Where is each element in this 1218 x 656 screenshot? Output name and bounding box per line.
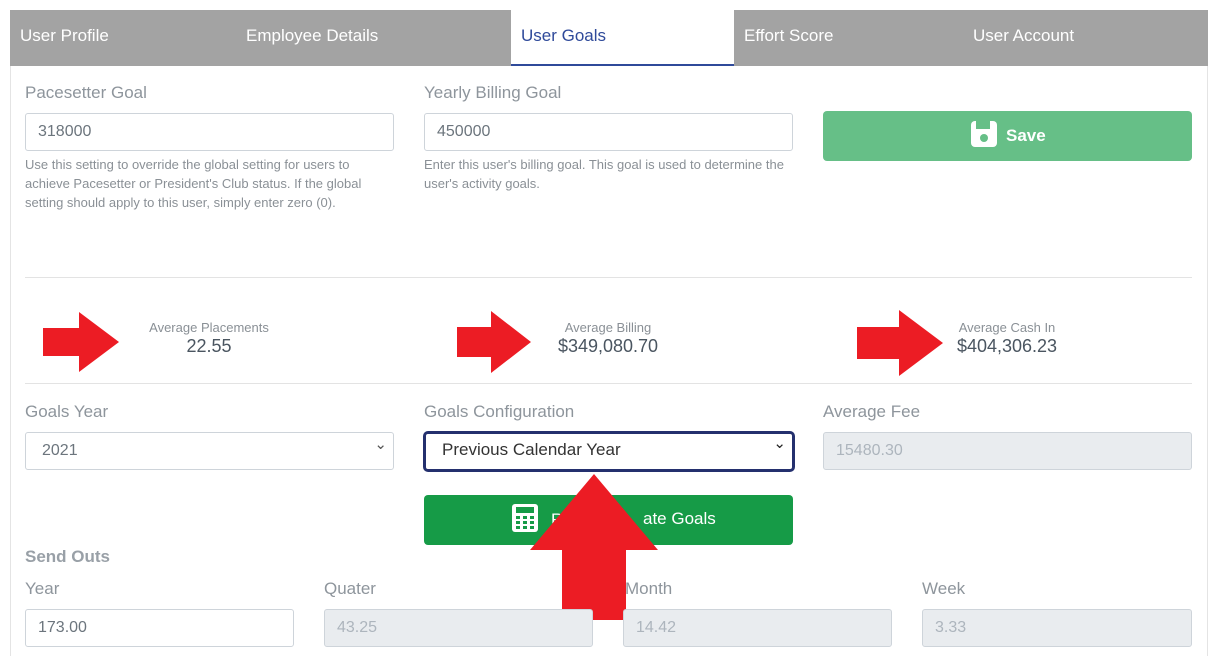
- send-outs-week-label: Week: [922, 579, 966, 598]
- yearly-billing-goal-help: Enter this user's billing goal. This goa…: [424, 157, 784, 191]
- yearly-billing-goal-input[interactable]: 450000: [424, 113, 793, 151]
- goals-configuration-select[interactable]: Previous Calendar Year: [423, 428, 795, 472]
- goals-year-select[interactable]: 2021: [25, 427, 394, 470]
- send-outs-week-input[interactable]: 3.33: [922, 609, 1192, 647]
- stat-average-placements: Average Placements 22.55: [109, 320, 309, 357]
- send-outs-quarter-input[interactable]: 43.25: [324, 609, 593, 647]
- goals-configuration-label: Goals Configuration: [424, 402, 575, 421]
- tab-bar: User Profile Employee Details User Goals…: [10, 10, 1208, 66]
- annotation-arrow-right-icon: [457, 311, 531, 373]
- average-fee-input[interactable]: 15480.30: [823, 432, 1192, 470]
- pacesetter-goal-input[interactable]: 318000: [25, 113, 394, 151]
- tab-effort-score[interactable]: Effort Score: [744, 10, 833, 66]
- send-outs-month-label: Month: [625, 579, 673, 598]
- send-outs-quarter-label: Quater: [324, 579, 376, 598]
- goals-configuration-value: Previous Calendar Year: [442, 440, 621, 459]
- tab-user-goals[interactable]: User Goals: [511, 10, 734, 66]
- save-button-label: Save: [1006, 126, 1046, 145]
- send-outs-year-input[interactable]: 173.00: [25, 609, 294, 647]
- pacesetter-goal-label: Pacesetter Goal: [25, 83, 147, 102]
- annotation-arrow-right-icon: [857, 310, 943, 376]
- save-button[interactable]: Save: [823, 111, 1192, 161]
- stat-value: $349,080.70: [557, 336, 659, 356]
- send-outs-title: Send Outs: [25, 547, 111, 566]
- stat-label: Average Billing: [564, 320, 652, 335]
- floppy-disk-icon: [970, 120, 998, 153]
- divider-middle: [25, 383, 1192, 384]
- stat-average-billing: Average Billing $349,080.70: [508, 320, 708, 357]
- pacesetter-goal-help: Use this setting to override the global …: [25, 157, 362, 210]
- tab-employee-details[interactable]: Employee Details: [246, 10, 378, 66]
- goals-year-label: Goals Year: [25, 402, 109, 421]
- goals-year-value: 2021: [42, 442, 78, 459]
- tab-user-profile[interactable]: User Profile: [20, 10, 109, 66]
- stat-label: Average Placements: [149, 320, 269, 335]
- average-fee-label: Average Fee: [823, 402, 921, 421]
- tab-user-account[interactable]: User Account: [973, 10, 1074, 66]
- send-outs-month-input[interactable]: 14.42: [623, 609, 892, 647]
- stat-value: 22.55: [186, 336, 232, 356]
- annotation-arrow-right-icon: [43, 312, 119, 372]
- divider-top: [25, 277, 1192, 278]
- yearly-billing-goal-label: Yearly Billing Goal: [424, 83, 562, 102]
- send-outs-year-label: Year: [25, 579, 60, 598]
